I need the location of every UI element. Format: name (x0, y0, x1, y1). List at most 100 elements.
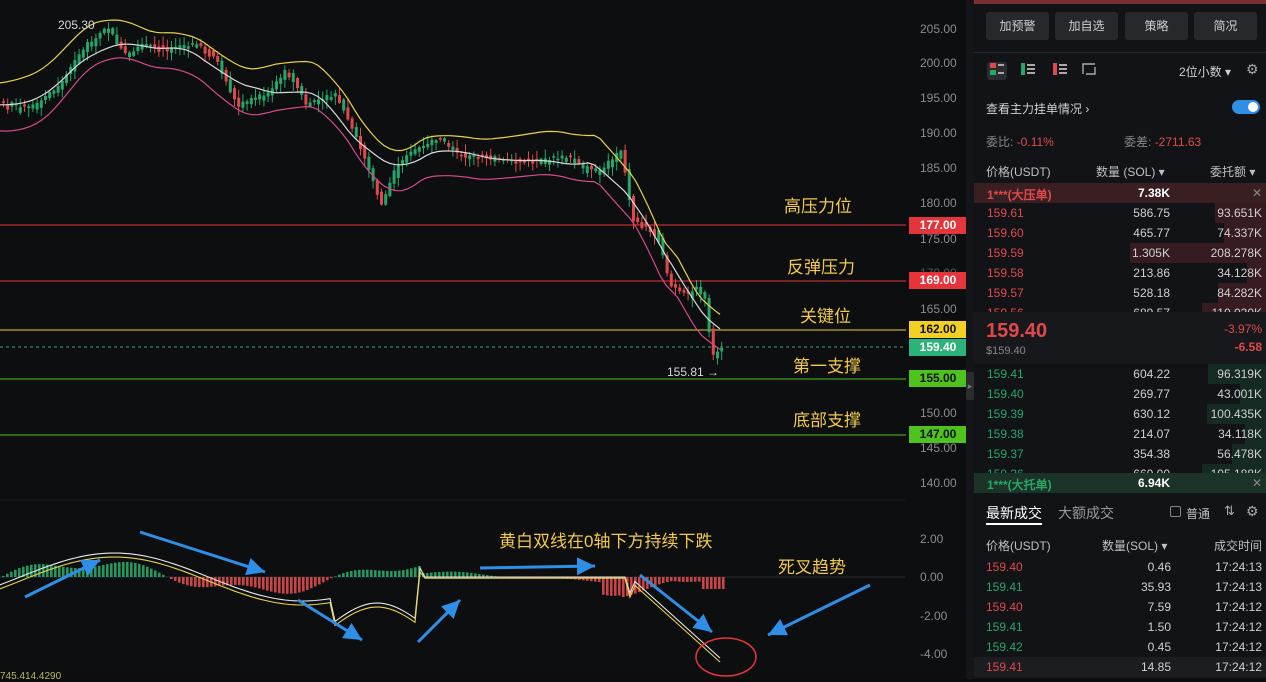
candle-body (632, 196, 635, 221)
bid-row[interactable]: 159.40269.7743.001K (974, 384, 1266, 404)
candle-body (136, 47, 139, 51)
candle-body (682, 290, 685, 292)
ask-row[interactable]: 159.60465.7774.337K (974, 223, 1266, 243)
add-alert-button[interactable]: 加预警 (986, 12, 1049, 40)
main-orders-toggle[interactable] (1232, 100, 1260, 114)
settings-icon[interactable]: ⚙ (1246, 61, 1259, 78)
candle-body (338, 95, 341, 103)
macd-bar (718, 577, 721, 589)
add-watchlist-button[interactable]: 加自选 (1055, 12, 1118, 40)
candle-body (611, 159, 614, 167)
big-ask-row[interactable]: 1***(大压单) 7.38K ✕ (974, 183, 1266, 203)
candle-body (246, 101, 249, 103)
orderbook-bids-icon[interactable] (1018, 62, 1038, 80)
label-bottom-support: 底部支撑 (793, 406, 861, 431)
col-header-amount[interactable]: 委托额 ▾ (1210, 163, 1255, 180)
low-price-marker: 155.81 → (667, 365, 719, 379)
candle-body (258, 94, 261, 99)
close-icon[interactable]: ✕ (1252, 476, 1262, 490)
orderbook-both-icon[interactable] (987, 62, 1007, 80)
macd-bar (250, 577, 253, 587)
tab-latest-trades[interactable]: 最新成交 (986, 503, 1042, 523)
macd-bar (610, 577, 613, 596)
macd-bar (138, 564, 141, 577)
candle-body (443, 138, 446, 141)
settings-icon[interactable]: ⚙ (1246, 503, 1259, 520)
macd-bar (454, 572, 457, 577)
macd-bar (98, 566, 101, 577)
trade-time: 17:24:13 (1215, 580, 1262, 594)
candle-body (132, 51, 135, 55)
bid-row[interactable]: 159.41604.2296.319K (974, 364, 1266, 384)
candle-body (183, 45, 186, 48)
strategy-button[interactable]: 策略 (1125, 12, 1188, 40)
decimals-select[interactable]: 2位小数 ▾ (1179, 63, 1231, 80)
macd-bar (94, 567, 97, 577)
macd-bar (154, 571, 157, 577)
trade-col-qty[interactable]: 数量(SOL) ▾ (1102, 537, 1167, 554)
candle-body (342, 99, 345, 110)
ratio-field: 委比: -0.11% (986, 133, 1054, 150)
bid-row[interactable]: 159.38214.0734.118K (974, 424, 1266, 444)
ask-qty: 213.86 (1133, 266, 1170, 280)
trade-row: 159.407.5917:24:12 (974, 597, 1266, 617)
col-header-qty[interactable]: 数量 (SOL) ▾ (1096, 163, 1165, 180)
main-orders-link[interactable]: 查看主力挂单情况 › (986, 100, 1089, 117)
macd-bar (706, 577, 709, 589)
bid-row[interactable]: 159.36660.00105.188K (974, 464, 1266, 473)
ask-price: 159.58 (987, 266, 1024, 280)
ask-row[interactable]: 159.56689.57110.030K (974, 303, 1266, 312)
bid-row[interactable]: 159.39630.12100.435K (974, 404, 1266, 424)
candle-body (317, 100, 320, 105)
candle-body (397, 164, 400, 178)
macd-bar (414, 567, 417, 577)
trade-col-time: 成交时间 (1214, 537, 1262, 554)
candle-body (120, 42, 123, 49)
macd-bar (586, 577, 589, 581)
annotation-arrow (480, 566, 595, 568)
overview-button[interactable]: 简况 (1194, 12, 1257, 40)
panel-splitter[interactable] (966, 0, 974, 679)
price-tag-key-162: 162.00 (909, 321, 967, 338)
candle-body (708, 298, 711, 332)
orderbook-asks-icon[interactable] (1050, 62, 1070, 80)
candle-body (191, 43, 194, 45)
ask-row[interactable]: 159.61586.7593.651K (974, 203, 1266, 223)
depth-chart-icon[interactable] (1079, 62, 1099, 80)
macd-bar (426, 573, 429, 577)
macd-bar (42, 564, 45, 577)
ask-row[interactable]: 159.58213.8634.128K (974, 263, 1266, 283)
price-chart-area[interactable]: 205.00 200.00 195.00 190.00 185.00 180.0… (0, 0, 966, 679)
close-icon[interactable]: ✕ (1252, 186, 1262, 200)
macd-bar (698, 577, 701, 582)
ask-row[interactable]: 159.591.305K208.278K (974, 243, 1266, 263)
candle-body (409, 152, 412, 156)
candle-body (23, 105, 26, 107)
big-bid-row[interactable]: 1***(大托单) 6.94K ✕ (974, 473, 1266, 493)
macd-bar (682, 577, 685, 582)
bid-row[interactable]: 159.37354.3856.478K (974, 444, 1266, 464)
macd-bar (330, 577, 333, 578)
candle-body (90, 42, 93, 47)
macd-bar (590, 577, 593, 581)
splitter-handle[interactable]: ▸ (966, 372, 974, 400)
candle-body (325, 95, 328, 100)
ask-row[interactable]: 159.57528.1884.282K (974, 283, 1266, 303)
macd-bar (614, 577, 617, 596)
macd-bar (122, 562, 125, 577)
sort-icon[interactable]: ⇅ (1224, 503, 1235, 519)
macd-bar (178, 577, 181, 583)
tab-large-trades[interactable]: 大额成交 (1058, 503, 1114, 523)
candle-body (61, 81, 64, 90)
normal-checkbox[interactable] (1170, 506, 1181, 517)
macd-bar (714, 577, 717, 589)
last-price-usd: $159.40 (986, 345, 1026, 357)
macd-bar (722, 577, 725, 589)
macd-bar (18, 568, 21, 577)
candle-body (216, 56, 219, 62)
annotation-macd-lines: 黄白双线在0轴下方持续下跌 (499, 527, 712, 552)
macd-bar (190, 577, 193, 586)
macd-bar (262, 577, 265, 590)
candle-body (468, 155, 471, 159)
ask-qty: 528.18 (1133, 286, 1170, 300)
